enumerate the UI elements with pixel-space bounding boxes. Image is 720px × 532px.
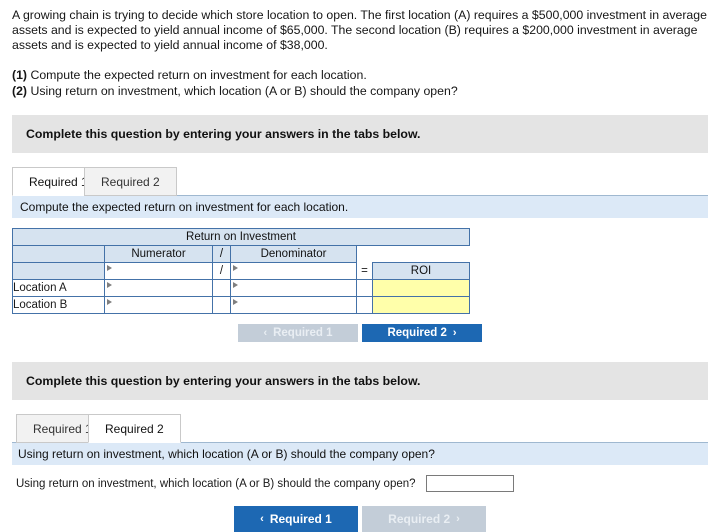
caret-icon xyxy=(233,299,238,305)
roi-slash-b xyxy=(212,296,231,314)
tab-required-2-section2[interactable]: Required 2 xyxy=(88,414,181,443)
caret-icon xyxy=(233,265,238,271)
table-row: Location A xyxy=(12,279,470,297)
roi-header-roi: ROI xyxy=(372,262,470,280)
roi-header-denominator: Denominator xyxy=(230,245,357,263)
roi-slash-a xyxy=(212,279,231,297)
roi-equals-a xyxy=(356,279,373,297)
roi-table: Return on Investment Numerator / Denomin… xyxy=(12,228,470,314)
roi-equals-b xyxy=(356,296,373,314)
roi-formula-equals: = xyxy=(356,262,373,280)
prev-required-1-button-section2[interactable]: ‹ Required 1 xyxy=(234,506,358,532)
requirement-1: (1) Compute the expected return on inves… xyxy=(12,67,708,83)
prev-required-1-button-section1[interactable]: ‹ Required 1 xyxy=(238,324,358,342)
section2-body: Required 1 Required 2 Using return on in… xyxy=(12,412,708,532)
problem-paragraph: A growing chain is trying to decide whic… xyxy=(12,8,707,52)
section2-instruction: Using return on investment, which locati… xyxy=(12,443,708,465)
roi-numerator-input-a[interactable] xyxy=(104,279,213,297)
answer-input[interactable] xyxy=(425,475,514,492)
roi-formula-blank xyxy=(12,262,105,280)
requirement-2-number: (2) xyxy=(12,84,28,98)
roi-table-title: Return on Investment xyxy=(12,228,470,246)
requirement-2: (2) Using return on investment, which lo… xyxy=(12,83,708,99)
roi-table-header-row: Numerator / Denominator xyxy=(12,245,470,263)
roi-table-wrapper: Return on Investment Numerator / Denomin… xyxy=(12,228,708,314)
section1-tabstrip: Required 1 Required 2 xyxy=(12,165,708,196)
answer-question-label: Using return on investment, which locati… xyxy=(16,477,416,490)
caret-icon xyxy=(233,282,238,288)
section1-instruction: Compute the expected return on investmen… xyxy=(12,196,708,218)
section1-nav: ‹ Required 1 Required 2 › xyxy=(0,324,720,342)
page-root: A growing chain is trying to decide whic… xyxy=(0,0,720,532)
section1-banner: Complete this question by entering your … xyxy=(12,115,708,153)
roi-row-label-b: Location B xyxy=(12,296,105,314)
next-button-label: Required 2 xyxy=(387,327,447,339)
chevron-left-icon: ‹ xyxy=(263,327,268,339)
section2-answer-row: Using return on investment, which locati… xyxy=(12,475,708,492)
chevron-right-icon: › xyxy=(452,327,457,339)
next-button-label: Required 2 xyxy=(388,512,451,526)
prev-button-label: Required 1 xyxy=(269,512,332,526)
next-required-2-button-section1[interactable]: Required 2 › xyxy=(362,324,482,342)
section2-nav: ‹ Required 1 Required 2 › xyxy=(12,506,708,532)
roi-formula-slash: / xyxy=(212,262,231,280)
roi-denominator-input-b[interactable] xyxy=(230,296,357,314)
requirement-1-text: Compute the expected return on investmen… xyxy=(27,68,367,82)
roi-header-spacer xyxy=(357,246,373,263)
roi-numerator-input-b[interactable] xyxy=(104,296,213,314)
roi-formula-numerator-cell[interactable] xyxy=(104,262,213,280)
roi-formula-row: / = ROI xyxy=(12,262,470,280)
prev-button-label: Required 1 xyxy=(273,327,333,339)
requirement-1-number: (1) xyxy=(12,68,28,82)
requirement-2-text: Using return on investment, which locati… xyxy=(27,84,458,98)
caret-icon xyxy=(107,265,112,271)
chevron-right-icon: › xyxy=(456,513,460,525)
roi-header-spacer2 xyxy=(373,246,470,263)
roi-row-label-a: Location A xyxy=(12,279,105,297)
caret-icon xyxy=(107,282,112,288)
section2-banner: Complete this question by entering your … xyxy=(12,362,708,400)
roi-table-title-row: Return on Investment xyxy=(12,228,470,246)
roi-result-b[interactable] xyxy=(372,296,470,314)
table-row: Location B xyxy=(12,296,470,314)
roi-formula-denominator-cell[interactable] xyxy=(230,262,357,280)
roi-denominator-input-a[interactable] xyxy=(230,279,357,297)
roi-header-slash: / xyxy=(212,245,231,263)
next-required-2-button-section2[interactable]: Required 2 › xyxy=(362,506,486,532)
roi-header-numerator: Numerator xyxy=(104,245,213,263)
problem-statement: A growing chain is trying to decide whic… xyxy=(0,0,720,99)
section2-tabstrip: Required 1 Required 2 xyxy=(12,412,708,443)
chevron-left-icon: ‹ xyxy=(260,513,264,525)
tab-required-2-section1[interactable]: Required 2 xyxy=(84,167,177,196)
requirements-list: (1) Compute the expected return on inves… xyxy=(12,67,708,99)
roi-result-a[interactable] xyxy=(372,279,470,297)
caret-icon xyxy=(107,299,112,305)
roi-header-blank xyxy=(12,245,105,263)
